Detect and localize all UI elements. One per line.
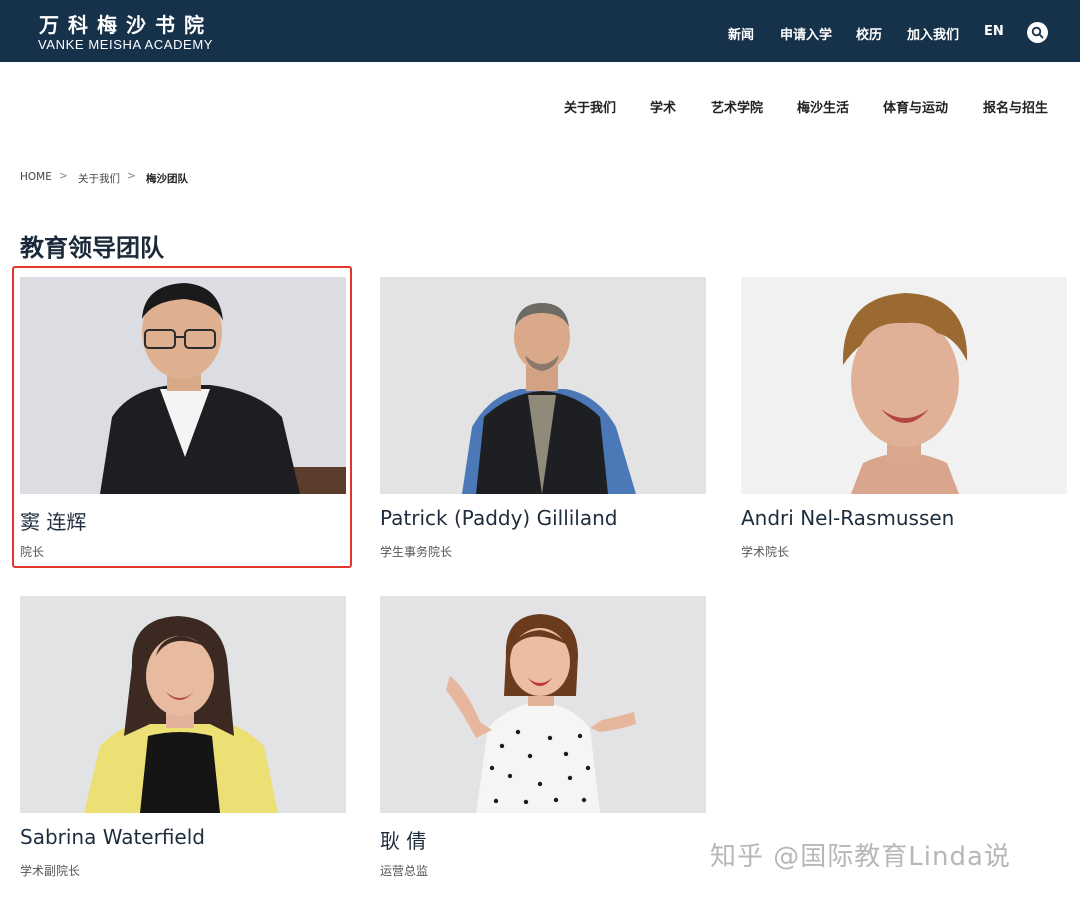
nav-arts-college[interactable]: 艺术学院 — [711, 97, 763, 116]
person-name[interactable]: Patrick (Paddy) Gilliland — [380, 506, 618, 530]
person-photo[interactable] — [20, 596, 346, 813]
top-header-bar: 万科梅沙书院 VANKE MEISHA ACADEMY 新闻 申请入学 校历 加… — [0, 0, 1080, 62]
nav-academics[interactable]: 学术 — [650, 97, 676, 116]
person-photo[interactable] — [380, 596, 706, 813]
page-title: 教育领导团队 — [20, 234, 164, 262]
watermark-text: 知乎 @国际教育Linda说 — [710, 842, 1011, 872]
person-photo[interactable] — [741, 277, 1067, 494]
topnav-news[interactable]: 新闻 — [728, 24, 754, 43]
breadcrumb-home[interactable]: HOME — [20, 171, 52, 183]
search-icon — [1031, 26, 1044, 39]
search-button[interactable] — [1027, 22, 1048, 43]
person-role: 学生事务院长 — [380, 545, 453, 559]
person-name[interactable]: Andri Nel-Rasmussen — [741, 506, 954, 530]
nav-sports[interactable]: 体育与运动 — [883, 97, 948, 116]
person-role: 学术副院长 — [20, 864, 81, 878]
topnav-apply[interactable]: 申请入学 — [780, 24, 832, 43]
breadcrumb-separator: > — [127, 170, 136, 182]
nav-admissions[interactable]: 报名与招生 — [983, 97, 1048, 116]
selection-highlight — [12, 266, 352, 568]
topnav-language-en[interactable]: EN — [984, 24, 1004, 40]
nav-about-us[interactable]: 关于我们 — [564, 97, 616, 116]
breadcrumb-current: 梅沙团队 — [146, 173, 188, 185]
topnav-calendar[interactable]: 校历 — [856, 24, 882, 43]
person-name[interactable]: Sabrina Waterfield — [20, 825, 205, 849]
topnav-join-us[interactable]: 加入我们 — [907, 24, 959, 43]
breadcrumb-about-us[interactable]: 关于我们 — [78, 171, 120, 186]
person-photo[interactable] — [380, 277, 706, 494]
breadcrumb-separator: > — [59, 170, 68, 182]
logo-chinese[interactable]: 万科梅沙书院 — [39, 9, 213, 38]
person-name[interactable]: 耿 倩 — [380, 825, 426, 854]
nav-meisha-life[interactable]: 梅沙生活 — [797, 97, 849, 116]
logo-english[interactable]: VANKE MEISHA ACADEMY — [38, 37, 213, 52]
person-role: 运营总监 — [380, 864, 429, 878]
person-role: 学术院长 — [741, 545, 790, 559]
